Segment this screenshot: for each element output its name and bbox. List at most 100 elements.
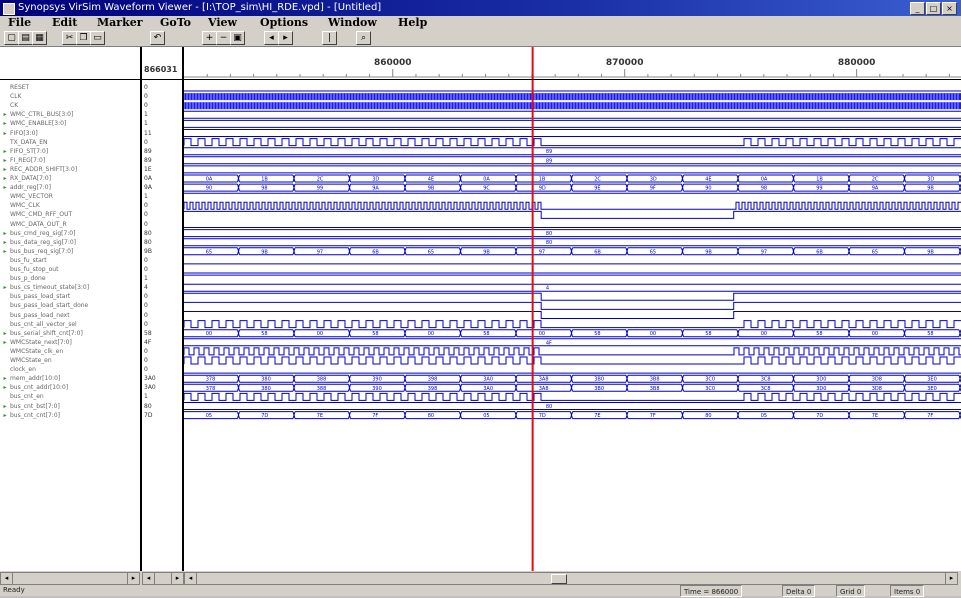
signal-label: WMC_CTRL_BUS[3:0] xyxy=(10,111,74,119)
cut-icon[interactable]: ✂ xyxy=(62,31,77,45)
undo-icon[interactable]: ↶ xyxy=(150,31,165,45)
signal-row-name[interactable]: ▸ mem_addr[10:0] xyxy=(0,374,140,383)
expand-arrow-icon[interactable]: ▸ xyxy=(0,174,10,183)
zoom-full-icon[interactable]: ▣ xyxy=(230,31,245,45)
print-icon[interactable]: ▦ xyxy=(32,31,47,45)
expand-arrow-icon[interactable]: ▸ xyxy=(0,247,10,256)
expand-arrow-icon[interactable]: ▸ xyxy=(0,383,10,392)
expand-arrow-icon[interactable]: ▸ xyxy=(0,147,10,156)
scroll-right-icon[interactable]: ▸ xyxy=(171,573,183,584)
waveform-canvas[interactable]: 89 89 0A 1B 2C 3D 4E 0A 1B 2C 3D 4E 0A 1B 2C 3D 90 98 99 9A… xyxy=(184,47,961,571)
expand-arrow-icon[interactable]: ▸ xyxy=(0,156,10,165)
signal-row-name[interactable]: bus_fu_start xyxy=(0,256,140,265)
signal-row-name[interactable]: bus_pass_load_start xyxy=(0,292,140,301)
expand-arrow-icon[interactable]: ▸ xyxy=(0,411,10,420)
scroll-right-icon[interactable]: ▸ xyxy=(945,573,957,584)
bus-value-label: 378 xyxy=(206,386,216,392)
signal-row-name[interactable]: ▸ bus_cnt_addr[10:0] xyxy=(0,383,140,392)
menu-view[interactable]: View xyxy=(208,16,237,30)
copy-icon[interactable]: ❐ xyxy=(76,31,91,45)
signal-row-name[interactable]: bus_pass_load_start_done xyxy=(0,301,140,310)
signal-row-name[interactable]: ▸ bus_cnt_cnt[7:0] xyxy=(0,411,140,420)
expand-arrow-icon[interactable]: ▸ xyxy=(0,119,10,128)
expand-arrow-icon[interactable]: ▸ xyxy=(0,238,10,247)
scroll-left-icon[interactable]: ◂ xyxy=(143,573,155,584)
signal-row-name[interactable]: bus_cnt_en xyxy=(0,392,140,401)
signal-row-name[interactable]: bus_fu_stop_out xyxy=(0,265,140,274)
marker-icon[interactable]: | xyxy=(322,31,337,45)
signal-row-name[interactable]: ▸ WMC_ENABLE[3:0] xyxy=(0,119,140,128)
expand-arrow-icon[interactable]: ▸ xyxy=(0,110,10,119)
next-edge-icon[interactable]: ▸ xyxy=(278,31,293,45)
signal-row-name[interactable]: ▸ FI_REG[7:0] xyxy=(0,156,140,165)
save-icon[interactable]: ▤ xyxy=(18,31,33,45)
menu-help[interactable]: Help xyxy=(398,16,427,30)
signal-row-name[interactable]: WMCState_clk_en xyxy=(0,347,140,356)
expand-arrow-icon[interactable]: ▸ xyxy=(0,165,10,174)
signal-row-name[interactable]: ▸ WMC_CTRL_BUS[3:0] xyxy=(0,110,140,119)
menu-file[interactable]: File xyxy=(8,16,31,30)
signal-row-name[interactable]: WMC_VECTOR xyxy=(0,192,140,201)
signal-row-name[interactable]: CLK xyxy=(0,92,140,101)
menu-window[interactable]: Window xyxy=(328,16,377,30)
signal-row-name[interactable]: ▸ bus_cnt_bst[7:0] xyxy=(0,402,140,411)
menu-marker[interactable]: Marker xyxy=(97,16,143,30)
expand-arrow-icon[interactable]: ▸ xyxy=(0,129,10,138)
open-icon[interactable]: ▢ xyxy=(4,31,19,45)
app-icon[interactable] xyxy=(3,3,15,15)
expand-arrow-icon[interactable]: ▸ xyxy=(0,329,10,338)
bit-waveform xyxy=(184,292,961,301)
signal-row-name[interactable]: ▸ REC_ADDR_SHIFT[3:0] xyxy=(0,165,140,174)
zoom-out-icon[interactable]: − xyxy=(216,31,231,45)
search-icon[interactable]: ⌕ xyxy=(356,31,371,45)
signal-row-name[interactable]: ▸ bus_bus_req_sig[7:0] xyxy=(0,247,140,256)
paste-icon[interactable]: ▭ xyxy=(90,31,105,45)
signal-row-name[interactable]: ▸ bus_serial_shift_cnt[7:0] xyxy=(0,329,140,338)
maximize-icon[interactable]: □ xyxy=(926,2,941,15)
signal-row-name[interactable]: WMCState_en xyxy=(0,356,140,365)
signal-row-name[interactable]: CK xyxy=(0,101,140,110)
signal-row-name[interactable]: RESET xyxy=(0,83,140,92)
signal-row-name[interactable]: bus_pass_load_next xyxy=(0,311,140,320)
expand-arrow-icon[interactable]: ▸ xyxy=(0,402,10,411)
signal-row-name[interactable]: TX_DATA_EN xyxy=(0,138,140,147)
signal-row-name[interactable]: WMC_CLK xyxy=(0,201,140,210)
signal-row-name[interactable]: ▸ FIFO[3:0] xyxy=(0,129,140,138)
signal-row-name[interactable]: ▸ RX_DATA[7:0] xyxy=(0,174,140,183)
signal-row-name[interactable]: WMC_CMD_RFF_OUT xyxy=(0,210,140,219)
signal-row-name[interactable]: bus_p_done xyxy=(0,274,140,283)
expand-arrow-icon[interactable]: ▸ xyxy=(0,183,10,192)
signal-row-name[interactable]: ▸ bus_cmd_reg_sig[7:0] xyxy=(0,229,140,238)
expand-arrow-icon[interactable]: ▸ xyxy=(0,338,10,347)
bus-value-label: 3B8 xyxy=(650,377,660,383)
signal-row-name[interactable]: WMC_DATA_OUT_R xyxy=(0,220,140,229)
signal-row-name[interactable]: bus_cnt_all_vector_sel xyxy=(0,320,140,329)
signal-value: 3A0 xyxy=(144,375,156,383)
signal-row-name[interactable]: ▸ bus_cs_timeout_state[3:0] xyxy=(0,283,140,292)
signal-row-name[interactable]: ▸ WMCState_next[7:0] xyxy=(0,338,140,347)
zoom-in-icon[interactable]: + xyxy=(202,31,217,45)
menu-options[interactable]: Options xyxy=(260,16,308,30)
waveform-svg: 89 89 0A 1B 2C 3D 4E 0A 1B 2C 3D 4E 0A 1B 2C 3D 90 98 99 9A… xyxy=(184,47,961,571)
minimize-icon[interactable]: _ xyxy=(910,2,925,15)
bus-value-label: 98 xyxy=(261,186,267,192)
bus-value-label: 05 xyxy=(761,413,767,419)
expand-arrow-icon[interactable]: ▸ xyxy=(0,283,10,292)
signal-row-name[interactable]: ▸ FIFO_ST[7:0] xyxy=(0,147,140,156)
signal-row-name[interactable]: clock_en xyxy=(0,365,140,374)
signal-row-name[interactable]: ▸ addr_reg[7:0] xyxy=(0,183,140,192)
bus-value-label: 3A0 xyxy=(483,386,493,392)
bit-waveform xyxy=(184,356,961,365)
scroll-left-icon[interactable]: ◂ xyxy=(185,573,197,584)
menu-edit[interactable]: Edit xyxy=(52,16,77,30)
menu-goto[interactable]: GoTo xyxy=(160,16,191,30)
expand-arrow-icon[interactable]: ▸ xyxy=(0,229,10,238)
expand-arrow-icon[interactable]: ▸ xyxy=(0,374,10,383)
prev-edge-icon[interactable]: ◂ xyxy=(264,31,279,45)
scroll-thumb[interactable] xyxy=(551,574,567,584)
signal-row-name[interactable]: ▸ bus_data_reg_sig[7:0] xyxy=(0,238,140,247)
scroll-left-icon[interactable]: ◂ xyxy=(1,573,13,584)
close-icon[interactable]: × xyxy=(942,2,957,15)
signal-label: WMC_ENABLE[3:0] xyxy=(10,120,67,128)
scroll-right-icon[interactable]: ▸ xyxy=(127,573,139,584)
